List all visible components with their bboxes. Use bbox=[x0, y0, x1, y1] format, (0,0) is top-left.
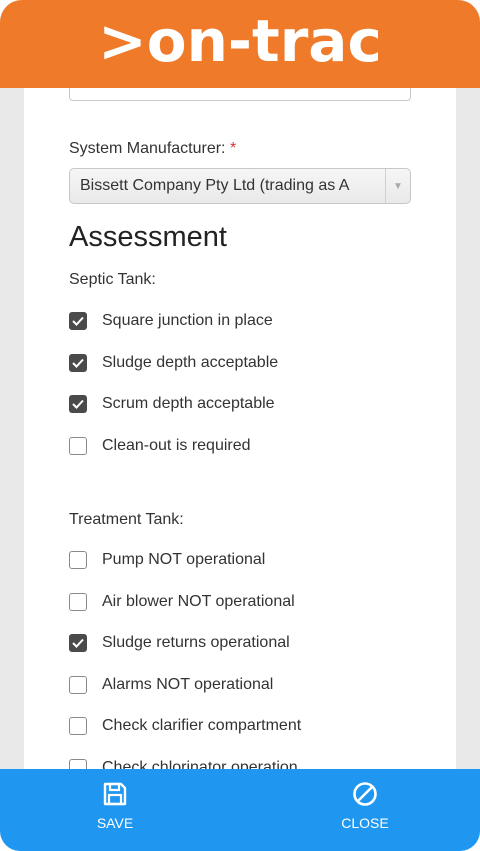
checkbox-checked-icon[interactable] bbox=[69, 634, 87, 652]
save-icon bbox=[75, 781, 155, 809]
required-mark: * bbox=[229, 140, 237, 157]
treatment-checkbox-label: Pump NOT operational bbox=[102, 551, 266, 568]
checkbox-checked-icon[interactable] bbox=[69, 395, 87, 413]
treatment-checkbox-label: Sludge returns operational bbox=[102, 634, 290, 651]
septic-checkbox-row[interactable]: Square junction in place bbox=[69, 309, 273, 333]
close-label: CLOSE bbox=[341, 815, 389, 831]
treatment-checkbox-label: Alarms NOT operational bbox=[102, 675, 274, 693]
close-icon bbox=[325, 781, 405, 809]
checkbox-checked-icon[interactable] bbox=[69, 312, 87, 330]
treatment-checkbox-label: Check clarifier compartment bbox=[102, 717, 302, 734]
form-scroll-area[interactable]: System Manufacturer: * Bissett Company P… bbox=[24, 88, 456, 770]
right-gutter bbox=[456, 88, 480, 770]
treatment-checkbox-row[interactable]: Air blower NOT operational bbox=[69, 590, 295, 614]
bottom-action-bar: SAVE CLOSE bbox=[0, 769, 480, 851]
checkbox-checked-icon[interactable] bbox=[69, 353, 87, 372]
treatment-tank-label: Treatment Tank: bbox=[69, 511, 184, 528]
treatment-checkbox-row[interactable]: Check clarifier compartment bbox=[69, 714, 301, 738]
treatment-checkbox-row[interactable]: Alarms NOT operational bbox=[69, 673, 273, 697]
app-logo: >on-trac bbox=[98, 7, 382, 75]
septic-checkbox-label: Square junction in place bbox=[102, 312, 273, 329]
checkbox-unchecked-icon[interactable] bbox=[69, 436, 87, 455]
septic-checkbox-row[interactable]: Sludge depth acceptable bbox=[69, 351, 278, 375]
left-gutter bbox=[0, 88, 24, 770]
system-manufacturer-label-text: System Manufacturer: bbox=[69, 140, 226, 157]
septic-checkbox-label: Sludge depth acceptable bbox=[102, 353, 279, 371]
treatment-checkbox-row[interactable]: Sludge returns operational bbox=[69, 631, 290, 655]
treatment-checkbox-label: Air blower NOT operational bbox=[102, 592, 295, 610]
checkbox-unchecked-icon[interactable] bbox=[69, 592, 87, 611]
checkbox-unchecked-icon[interactable] bbox=[69, 675, 87, 694]
assessment-title: Assessment bbox=[69, 221, 227, 253]
system-manufacturer-value: Bissett Company Pty Ltd (trading as A bbox=[80, 177, 350, 194]
system-manufacturer-select[interactable]: Bissett Company Pty Ltd (trading as A ▼ bbox=[69, 168, 411, 204]
save-button[interactable]: SAVE bbox=[75, 781, 155, 831]
chevron-down-icon[interactable]: ▼ bbox=[385, 169, 410, 203]
save-label: SAVE bbox=[96, 815, 134, 831]
septic-checkbox-label: Scrum depth acceptable bbox=[102, 395, 275, 412]
treatment-checkbox-row[interactable]: Pump NOT operational bbox=[69, 548, 265, 572]
checkbox-unchecked-icon[interactable] bbox=[69, 551, 87, 569]
treatment-checkbox-row[interactable]: Check chlorinator operation bbox=[69, 756, 298, 770]
septic-tank-label: Septic Tank: bbox=[69, 271, 156, 288]
app-header: >on-trac bbox=[0, 0, 480, 88]
system-manufacturer-label: System Manufacturer: * bbox=[69, 140, 236, 158]
previous-field-input[interactable] bbox=[69, 88, 411, 101]
septic-checkbox-label: Clean-out is required bbox=[102, 436, 251, 454]
close-button[interactable]: CLOSE bbox=[325, 781, 405, 831]
septic-checkbox-row[interactable]: Clean-out is required bbox=[69, 434, 251, 458]
checkbox-unchecked-icon[interactable] bbox=[69, 717, 87, 735]
septic-checkbox-row[interactable]: Scrum depth acceptable bbox=[69, 392, 275, 416]
